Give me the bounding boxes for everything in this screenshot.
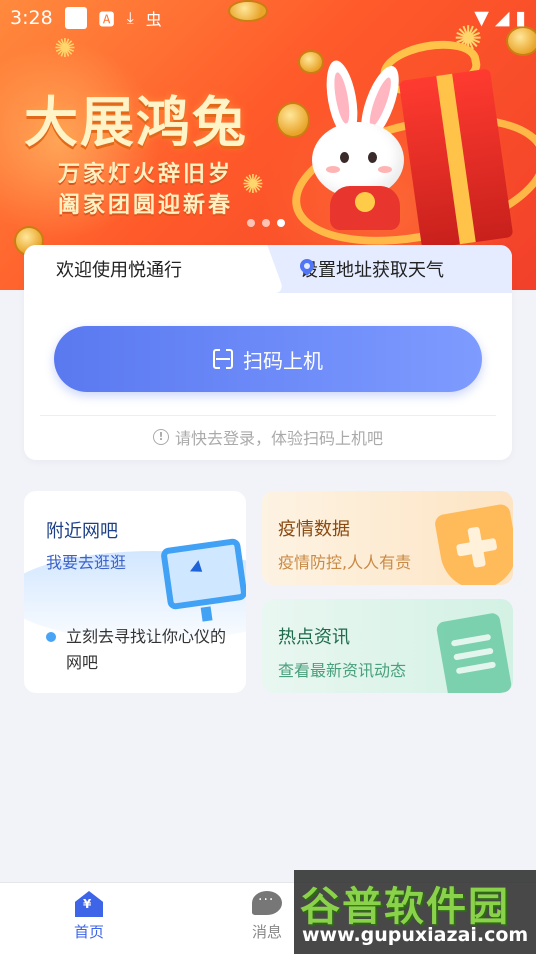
home-icon	[75, 891, 103, 917]
cursor-icon	[190, 560, 207, 578]
firework-icon: ✺	[242, 170, 264, 200]
nearby-subtitle: 我要去逛逛	[46, 553, 127, 572]
status-time: 3:28	[10, 7, 53, 29]
shield-plus-icon	[433, 503, 513, 585]
carousel-indicator	[247, 219, 285, 227]
white-square-icon	[64, 7, 87, 29]
carousel-dot[interactable]	[262, 219, 270, 227]
status-bar: 3:28 🅰 ⤓ 虫 ▼ ◢ ▮	[0, 0, 536, 36]
firework-icon: ✺	[54, 34, 76, 64]
download-icon: ⤓	[126, 8, 134, 27]
news-subtitle: 查看最新资讯动态	[278, 661, 407, 680]
banner-subtitle: 万家灯火辞旧岁	[58, 162, 234, 187]
font-icon: 🅰	[98, 10, 115, 29]
carousel-dot[interactable]	[247, 219, 255, 227]
nearby-title: 附近网吧	[46, 521, 118, 542]
scan-icon	[213, 349, 233, 369]
banner-subtitle: 阖家团圆迎新春	[58, 193, 234, 218]
welcome-tab: 欢迎使用悦通行	[24, 245, 254, 293]
nav-home-label: 首页	[73, 923, 104, 941]
login-hint-text: 请快去登录，体验扫码上机吧	[174, 429, 383, 448]
rabbit-illustration	[300, 58, 440, 230]
site-watermark: 谷普软件园 www.gupuxiazai.com	[294, 870, 536, 954]
welcome-card: 设置地址获取天气 欢迎使用悦通行 扫码上机 ! 请快去登录，体验扫码上机吧	[24, 245, 512, 460]
card-header: 设置地址获取天气 欢迎使用悦通行	[24, 245, 512, 293]
nav-home[interactable]: 首页	[54, 891, 124, 942]
divider	[40, 415, 496, 416]
banner-title: 大展鸿兔	[24, 91, 248, 154]
monitor-icon	[160, 537, 246, 611]
chat-bubble-icon	[252, 891, 282, 915]
battery-icon: ▮	[515, 7, 526, 29]
scan-button-label: 扫码上机	[243, 348, 323, 373]
nearby-cafe-card[interactable]: 附近网吧 我要去逛逛 立刻去寻找让你心仪的网吧	[24, 491, 246, 693]
carousel-dot-active[interactable]	[277, 219, 285, 227]
news-card[interactable]: 热点资讯 查看最新资讯动态	[262, 599, 513, 693]
bullet-icon	[46, 632, 56, 642]
watermark-url: www.gupuxiazai.com	[302, 924, 529, 946]
nav-messages[interactable]: 消息	[232, 891, 302, 942]
epidemic-subtitle: 疫情防控,人人有责	[278, 553, 412, 572]
bug-icon: 虫	[145, 10, 162, 29]
epidemic-title: 疫情数据	[278, 519, 350, 540]
epidemic-card[interactable]: 疫情数据 疫情防控,人人有责	[262, 491, 513, 585]
signal-icon: ◢	[494, 7, 510, 29]
welcome-label: 欢迎使用悦通行	[56, 260, 182, 281]
news-title: 热点资讯	[278, 627, 350, 648]
nearby-description: 立刻去寻找让你心仪的网吧	[66, 627, 227, 672]
wifi-icon: ▼	[474, 7, 489, 29]
info-icon: !	[152, 429, 169, 445]
scan-button[interactable]: 扫码上机	[54, 326, 482, 392]
nav-messages-label: 消息	[251, 923, 282, 941]
login-hint[interactable]: ! 请快去登录，体验扫码上机吧	[24, 425, 512, 449]
weather-label: 设置地址获取天气	[300, 260, 444, 281]
document-icon	[435, 612, 513, 693]
